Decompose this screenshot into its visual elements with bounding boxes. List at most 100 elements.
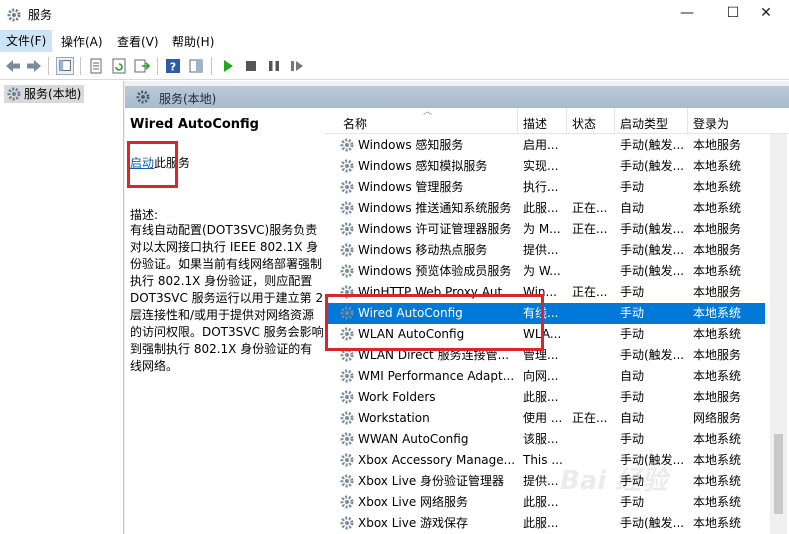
service-row[interactable]: Windows 许可证管理器服务为 M... 正在... 手动(触发... 本地服务: [325, 219, 765, 240]
column-header-startup-type[interactable]: 启动类型: [620, 115, 668, 132]
service-row[interactable]: Windows 感知模拟服务 实现... 手动(触发... 本地系统: [325, 156, 765, 177]
minimize-button[interactable]: —: [664, 0, 710, 28]
service-name-cell: Windows 感知服务: [358, 138, 464, 152]
service-gear-icon: [339, 158, 355, 174]
column-header-status[interactable]: 状态: [572, 115, 596, 132]
service-name-cell: Windows 推送通知系统服务: [358, 201, 512, 215]
service-gear-icon: [339, 221, 355, 237]
service-gear-icon: [339, 137, 355, 153]
service-row[interactable]: Work Folders 此服... 手动 本地服务: [325, 387, 765, 408]
service-gear-icon: [339, 494, 355, 510]
menu-file[interactable]: 文件(F): [0, 30, 53, 52]
close-button[interactable]: ✕: [743, 0, 789, 28]
service-name-cell: Workstation: [358, 411, 430, 425]
forward-arrow-icon[interactable]: [25, 57, 43, 75]
refresh-icon[interactable]: [110, 57, 128, 75]
service-row[interactable]: Workstation 使用 ... 正在... 自动 网络服务: [325, 408, 765, 429]
service-startup-type-cell: 手动: [620, 180, 645, 194]
service-log-on-as-cell: 本地系统: [693, 432, 742, 446]
services-gear-icon: [7, 8, 21, 22]
tree-node-label: 服务(本地): [24, 87, 82, 101]
service-gear-icon: [339, 368, 355, 384]
service-row[interactable]: Windows 感知服务 启用... 手动(触发... 本地服务: [325, 135, 765, 156]
service-log-on-as-cell: 本地系统: [693, 264, 742, 278]
service-row[interactable]: Xbox Accessory Manage... This ... 手动(触发...…: [325, 450, 765, 471]
service-name-cell: Windows 预览体验成员服务: [358, 264, 512, 278]
service-gear-icon: [339, 473, 355, 489]
pane-header: 服务(本地): [125, 86, 789, 108]
vertical-scrollbar[interactable]: [770, 134, 787, 534]
service-row[interactable]: Windows 预览体验成员服务为 W... 手动(触发... 本地系统: [325, 261, 765, 282]
menu-help[interactable]: 帮助(H): [172, 33, 214, 50]
service-log-on-as-cell: 本地系统: [693, 201, 742, 215]
service-gear-icon: [339, 179, 355, 195]
service-name-cell: Xbox Live 网络服务: [358, 495, 469, 509]
service-row[interactable]: Windows 移动热点服务 提供... 手动(触发... 本地服务: [325, 240, 765, 261]
service-status-cell: 正在...: [572, 285, 608, 299]
service-log-on-as-cell: 本地服务: [693, 243, 742, 257]
service-log-on-as-cell: 本地服务: [693, 390, 742, 404]
service-status-cell: 正在...: [572, 201, 608, 215]
service-row[interactable]: Xbox Live 游戏保存 此服... 手动(触发... 本地系统: [325, 513, 765, 534]
service-gear-icon: [339, 389, 355, 405]
service-startup-type-cell: 自动: [620, 411, 645, 425]
scrollbar-thumb[interactable]: [774, 434, 783, 514]
column-header-description[interactable]: 描述: [523, 115, 547, 132]
service-startup-type-cell: 手动(触发...: [620, 138, 685, 152]
service-name-cell: Xbox Live 身份验证管理器: [358, 474, 505, 488]
restart-service-icon[interactable]: [288, 57, 306, 75]
service-description-cell: 向网...: [523, 369, 559, 383]
console-tree-icon[interactable]: [56, 57, 74, 75]
console-tree-pane: 服务(本地): [0, 81, 124, 534]
pause-service-icon[interactable]: [265, 57, 283, 75]
tree-node-services-local[interactable]: 服务(本地): [4, 85, 85, 103]
service-gear-icon: [339, 452, 355, 468]
service-gear-icon: [339, 200, 355, 216]
service-log-on-as-cell: 本地系统: [693, 306, 742, 320]
column-divider[interactable]: [566, 108, 567, 134]
service-log-on-as-cell: 本地系统: [693, 453, 742, 467]
service-row[interactable]: Xbox Live 网络服务 此服... 手动 本地系统: [325, 492, 765, 513]
service-row[interactable]: Xbox Live 身份验证管理器 提供... 手动 本地系统: [325, 471, 765, 492]
service-startup-type-cell: 自动: [620, 369, 645, 383]
column-divider[interactable]: [614, 108, 615, 134]
stop-service-icon[interactable]: [242, 57, 260, 75]
column-header-log-on-as[interactable]: 登录为: [693, 115, 729, 132]
service-log-on-as-cell: 本地系统: [693, 369, 742, 383]
back-arrow-icon[interactable]: [4, 57, 22, 75]
service-description-cell: 此服...: [523, 390, 559, 404]
service-startup-type-cell: 手动(触发...: [620, 159, 685, 173]
help-icon[interactable]: ?: [164, 57, 182, 75]
column-divider[interactable]: [687, 108, 688, 134]
service-gear-icon: [339, 410, 355, 426]
service-row[interactable]: Windows 推送通知系统服务 此服... 正在... 自动 本地系统: [325, 198, 765, 219]
start-service-icon[interactable]: [219, 57, 237, 75]
service-startup-type-cell: 手动(触发...: [620, 222, 685, 236]
description-text: 有线自动配置(DOT3SVC)服务负责对以太网接口执行 IEEE 802.1X …: [130, 223, 324, 373]
service-log-on-as-cell: 本地服务: [693, 138, 742, 152]
service-description-cell: 执行...: [523, 180, 559, 194]
service-row[interactable]: WWAN AutoConfig 该服... 手动 本地系统: [325, 429, 765, 450]
menu-action[interactable]: 操作(A): [61, 33, 103, 50]
service-name-cell: Windows 许可证管理器服务: [358, 222, 512, 236]
export-list-icon[interactable]: [133, 57, 151, 75]
column-header-name[interactable]: 名称: [343, 115, 367, 132]
show-hide-pane-icon[interactable]: [187, 57, 205, 75]
service-name-cell: WWAN AutoConfig: [358, 432, 469, 446]
highlight-box-start-link: [127, 141, 178, 188]
properties-icon[interactable]: [87, 57, 105, 75]
service-description-cell: 启用...: [523, 138, 559, 152]
service-log-on-as-cell: 本地服务: [693, 285, 742, 299]
window-title: 服务: [28, 8, 53, 22]
column-divider[interactable]: [517, 108, 518, 134]
service-row[interactable]: Windows 管理服务 执行... 手动 本地系统: [325, 177, 765, 198]
service-log-on-as-cell: 本地系统: [693, 159, 742, 173]
service-description-cell: 为 M...: [523, 222, 561, 236]
description-label: 描述:: [130, 208, 159, 222]
service-name-cell: Work Folders: [358, 390, 436, 404]
menu-view[interactable]: 查看(V): [117, 33, 159, 50]
service-description-cell: 使用 ...: [523, 411, 563, 425]
toolbar-separator: [80, 57, 81, 75]
service-row[interactable]: WMI Performance Adapt... 向网... 自动 本地系统: [325, 366, 765, 387]
highlight-box-wired-autoconfig: [325, 294, 544, 351]
